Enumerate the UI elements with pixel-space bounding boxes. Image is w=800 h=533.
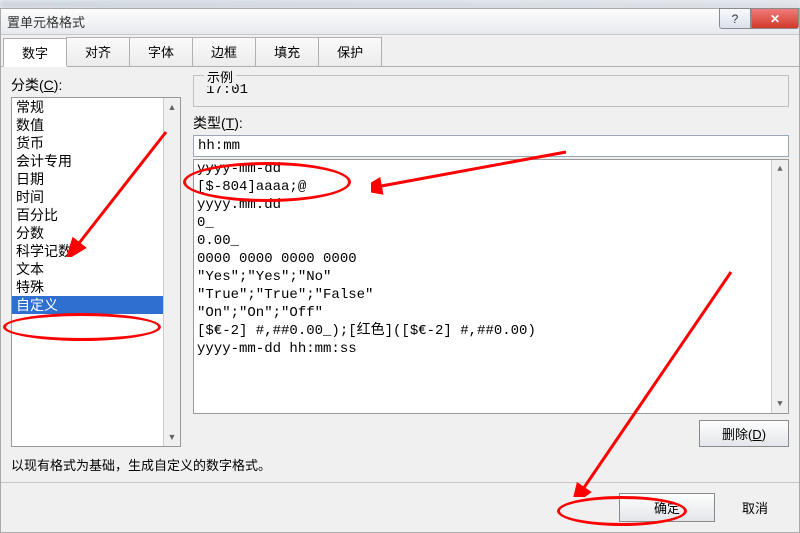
format-list-item[interactable]: "True";"True";"False": [197, 286, 768, 304]
category-label-suffix: ):: [54, 77, 63, 93]
format-list-item[interactable]: yyyy-mm-dd hh:mm:ss: [197, 340, 768, 358]
format-list-item[interactable]: 0_: [197, 214, 768, 232]
format-list-item[interactable]: [$€-2] #,##0.00_);[红色]([$€-2] #,##0.00): [197, 322, 768, 340]
format-scrollbar[interactable]: ▲ ▼: [771, 160, 788, 413]
category-label-accel: C: [44, 77, 54, 93]
format-cells-dialog: 置单元格格式 ? ✕ 数字 对齐 字体 边框 填充 保护 分类(C): 常规数值…: [0, 8, 800, 533]
format-list-item[interactable]: [$-804]aaaa;@: [197, 178, 768, 196]
category-item[interactable]: 特殊: [12, 278, 180, 296]
tab-font[interactable]: 字体: [129, 37, 193, 66]
description-text: 以现有格式为基础，生成自定义的数字格式。: [11, 455, 789, 474]
category-item[interactable]: 科学记数: [12, 242, 180, 260]
tab-border[interactable]: 边框: [192, 37, 256, 66]
tab-strip: 数字 对齐 字体 边框 填充 保护: [1, 35, 799, 67]
scroll-up-icon: ▲: [168, 98, 177, 116]
category-item[interactable]: 分数: [12, 224, 180, 242]
format-list[interactable]: yyyy-mm-dd[$-804]aaaa;@yyyy.mm.dd0_0.00_…: [193, 159, 789, 414]
close-button[interactable]: ✕: [751, 8, 799, 29]
cancel-button[interactable]: 取消: [725, 493, 785, 522]
delete-accel: D: [752, 427, 761, 442]
upper-area: 分类(C): 常规数值货币会计专用日期时间百分比分数科学记数文本特殊自定义 ▲ …: [11, 75, 789, 447]
type-label: 类型(T):: [193, 113, 789, 133]
category-item[interactable]: 自定义: [12, 296, 180, 314]
type-label-prefix: 类型(: [193, 115, 226, 131]
type-label-accel: T: [226, 115, 235, 131]
window-title: 置单元格格式: [7, 12, 85, 31]
delete-button[interactable]: 删除(D): [699, 420, 789, 447]
ok-button[interactable]: 确定: [619, 493, 715, 522]
category-item[interactable]: 数值: [12, 116, 180, 134]
dialog-footer: 确定 取消: [1, 482, 799, 532]
category-item[interactable]: 会计专用: [12, 152, 180, 170]
tab-content: 分类(C): 常规数值货币会计专用日期时间百分比分数科学记数文本特殊自定义 ▲ …: [1, 67, 799, 482]
example-label: 示例: [204, 67, 236, 86]
scroll-up-icon: ▲: [777, 160, 782, 178]
category-item[interactable]: 日期: [12, 170, 180, 188]
example-value: 17:01: [202, 82, 780, 98]
scroll-down-icon: ▼: [777, 395, 782, 413]
category-item[interactable]: 文本: [12, 260, 180, 278]
type-input[interactable]: [193, 135, 789, 157]
help-button[interactable]: ?: [719, 8, 751, 29]
format-list-item[interactable]: yyyy.mm.dd: [197, 196, 768, 214]
tab-fill[interactable]: 填充: [255, 37, 319, 66]
format-list-item[interactable]: "Yes";"Yes";"No": [197, 268, 768, 286]
category-column: 分类(C): 常规数值货币会计专用日期时间百分比分数科学记数文本特殊自定义 ▲ …: [11, 75, 181, 447]
scroll-down-icon: ▼: [168, 428, 177, 446]
category-scrollbar[interactable]: ▲ ▼: [163, 98, 180, 446]
close-icon: ✕: [770, 12, 780, 26]
type-label-suffix: ):: [234, 115, 243, 131]
format-list-item[interactable]: "On";"On";"Off": [197, 304, 768, 322]
background-toolbar: [0, 0, 800, 8]
category-label: 分类(C):: [11, 75, 181, 95]
example-groupbox: 示例 17:01: [193, 75, 789, 107]
category-item[interactable]: 常规: [12, 98, 180, 116]
delete-row: 删除(D): [193, 420, 789, 447]
tab-alignment[interactable]: 对齐: [66, 37, 130, 66]
delete-suffix: ): [762, 427, 766, 442]
format-list-item[interactable]: 0000 0000 0000 0000: [197, 250, 768, 268]
help-icon: ?: [732, 12, 739, 26]
tab-number[interactable]: 数字: [3, 38, 67, 67]
format-list-item[interactable]: yyyy-mm-dd: [197, 160, 768, 178]
right-column: 示例 17:01 类型(T): yyyy-mm-dd[$-804]aaaa;@y…: [193, 75, 789, 447]
category-item[interactable]: 时间: [12, 188, 180, 206]
format-list-item[interactable]: 0.00_: [197, 232, 768, 250]
category-item[interactable]: 货币: [12, 134, 180, 152]
delete-prefix: 删除(: [722, 427, 752, 442]
category-item[interactable]: 百分比: [12, 206, 180, 224]
window-buttons: ? ✕: [719, 8, 799, 29]
tab-protection[interactable]: 保护: [318, 37, 382, 66]
category-list[interactable]: 常规数值货币会计专用日期时间百分比分数科学记数文本特殊自定义 ▲ ▼: [11, 97, 181, 447]
category-label-prefix: 分类(: [11, 77, 44, 93]
titlebar: 置单元格格式 ? ✕: [1, 9, 799, 35]
